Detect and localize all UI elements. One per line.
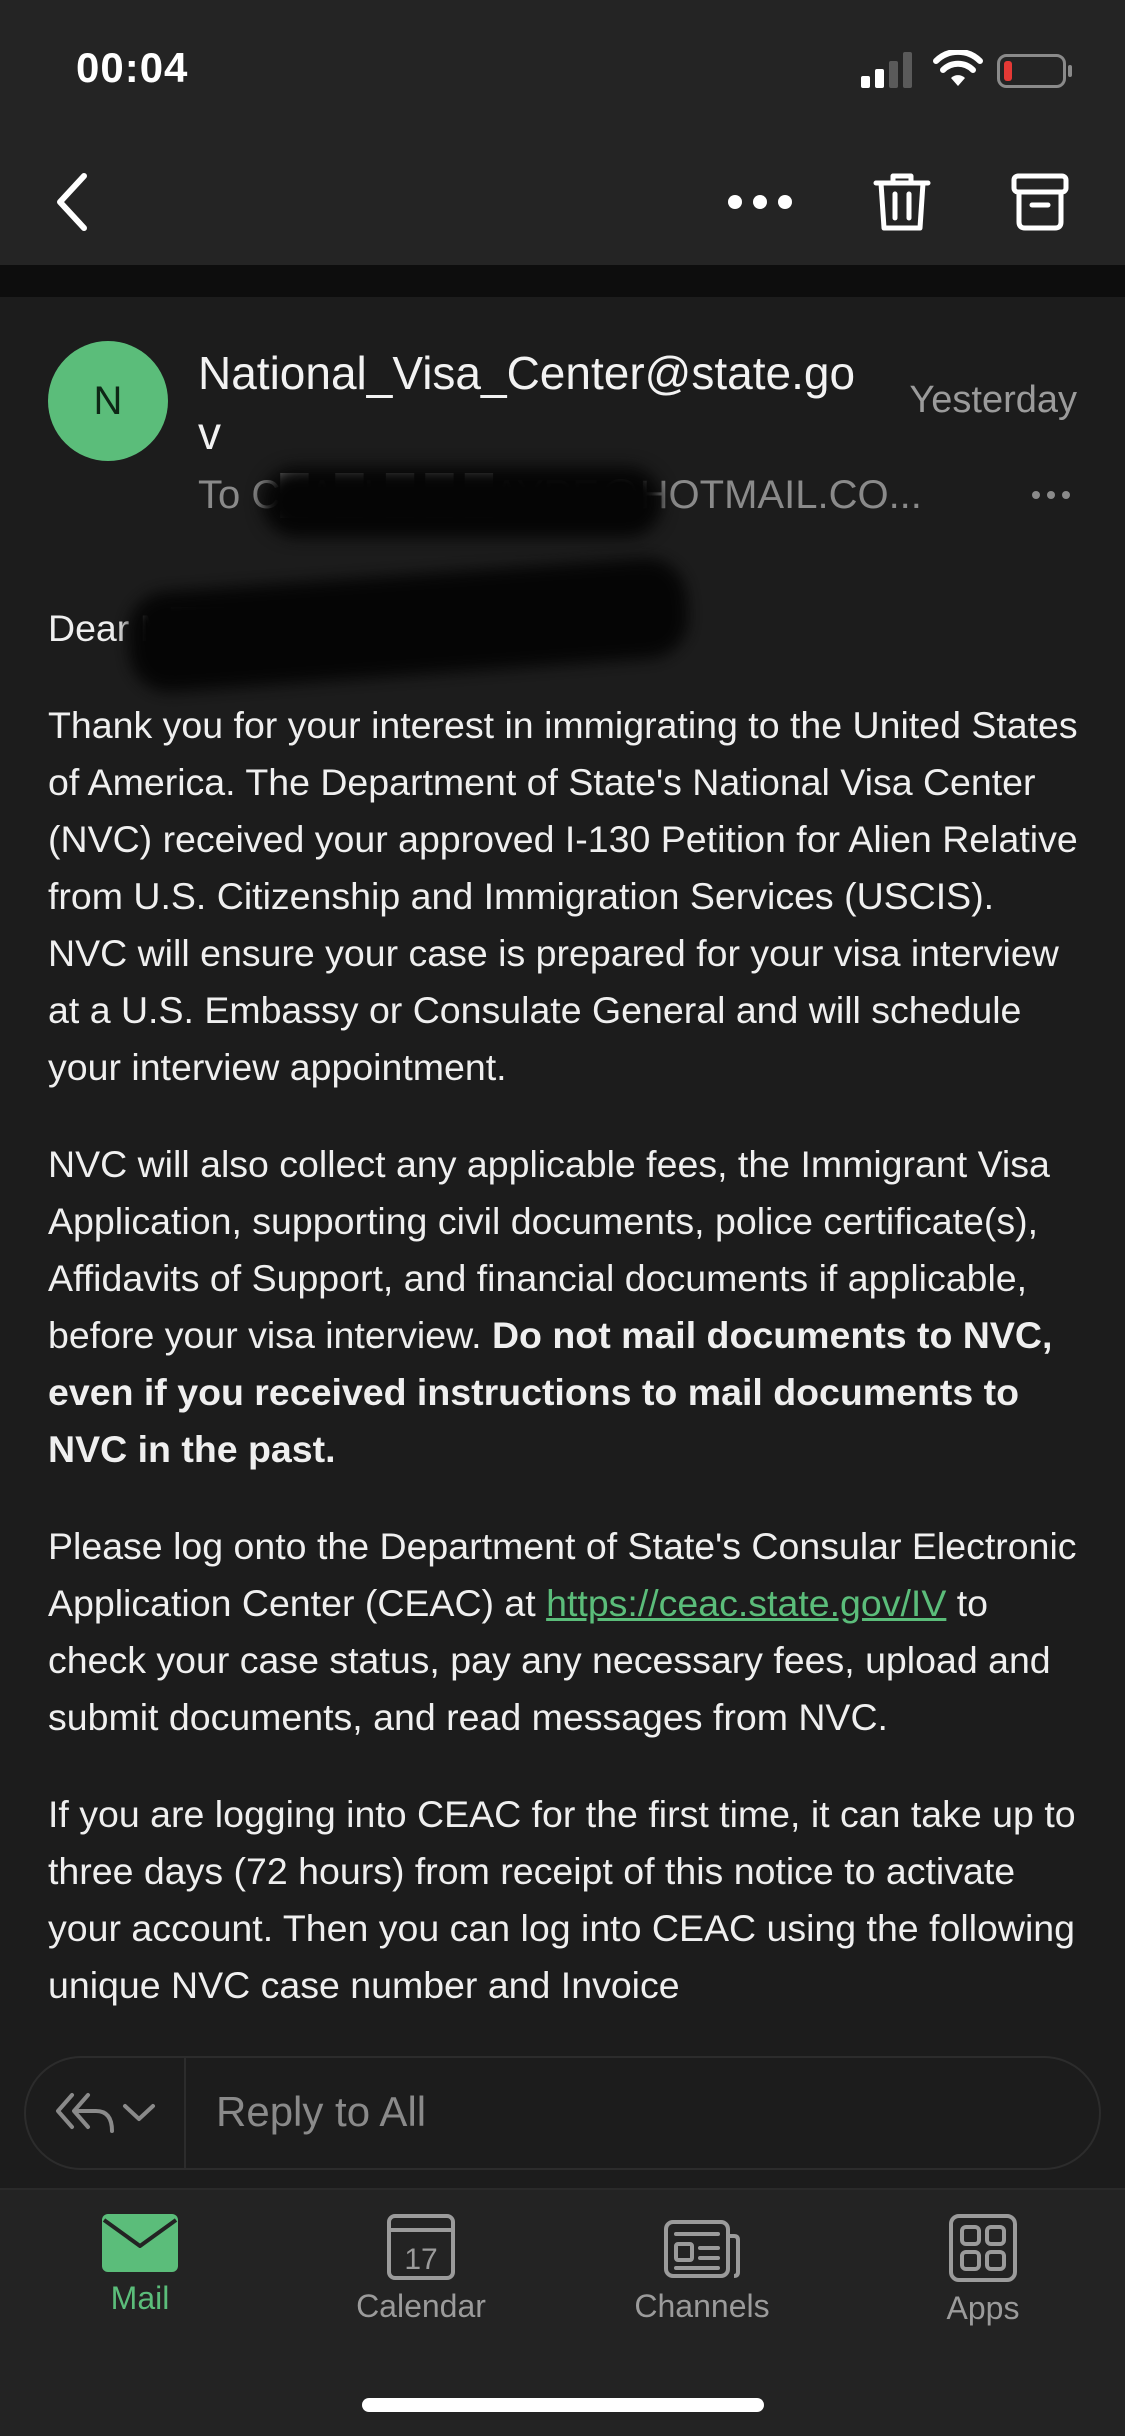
reply-all-icon — [56, 2093, 114, 2133]
email-screen: 00:04 N National_Visa_Center@state.gov Y… — [0, 0, 1125, 2436]
email-toolbar — [0, 140, 1125, 265]
tab-channels[interactable]: Channels — [602, 2214, 802, 2354]
apps-icon — [949, 2214, 1017, 2282]
battery-low-icon — [997, 54, 1072, 88]
status-bar: 00:04 — [0, 0, 1125, 140]
back-button[interactable] — [32, 162, 112, 242]
recipient-details-button[interactable] — [1023, 475, 1079, 515]
email-body: Dear M███ ███y█ Thank you for your inter… — [48, 600, 1080, 2035]
tab-calendar-label: Calendar — [356, 2288, 486, 2324]
mail-icon — [102, 2214, 178, 2272]
body-paragraph: Please log onto the Department of State'… — [48, 1518, 1080, 1746]
chevron-left-icon — [57, 173, 87, 231]
tab-calendar[interactable]: 17 Calendar — [321, 2214, 521, 2354]
trash-icon — [873, 173, 931, 231]
received-date: Yesterday — [909, 379, 1077, 421]
chevron-down-icon — [123, 2104, 155, 2121]
archive-button[interactable] — [1000, 162, 1080, 242]
home-indicator[interactable] — [362, 2398, 764, 2412]
status-icons — [861, 50, 1081, 90]
more-options-button[interactable] — [720, 162, 800, 242]
tab-channels-label: Channels — [634, 2288, 770, 2324]
body-paragraph: If you are logging into CEAC for the fir… — [48, 1793, 1076, 2006]
sender-address[interactable]: National_Visa_Center@state.gov — [198, 343, 878, 463]
calendar-icon: 17 — [387, 2214, 455, 2280]
wifi-icon — [933, 50, 983, 86]
email-header: N National_Visa_Center@state.gov Yesterd… — [0, 297, 1125, 577]
calendar-day: 17 — [404, 2243, 437, 2276]
reply-all-button[interactable] — [26, 2058, 186, 2168]
tab-mail-label: Mail — [110, 2280, 170, 2316]
tab-apps-label: Apps — [946, 2290, 1020, 2326]
ceac-link[interactable]: https://ceac.state.gov/IV — [546, 1582, 946, 1624]
reply-input[interactable]: Reply to All — [216, 2088, 426, 2136]
more-horizontal-icon — [728, 195, 792, 209]
tab-apps[interactable]: Apps — [883, 2214, 1083, 2354]
header-divider — [0, 265, 1125, 297]
body-paragraph: NVC will also collect any applicable fee… — [48, 1136, 1080, 1478]
sender-avatar[interactable]: N — [48, 341, 168, 461]
archive-icon — [1011, 173, 1069, 231]
delete-button[interactable] — [862, 162, 942, 242]
tab-mail[interactable]: Mail — [40, 2214, 240, 2354]
channels-icon — [664, 2220, 740, 2278]
redaction-mark — [262, 467, 662, 537]
status-time: 00:04 — [76, 44, 189, 91]
reply-bar: Reply to All — [24, 2056, 1101, 2170]
signal-icon — [861, 52, 912, 88]
body-paragraph: Thank you for your interest in immigrati… — [48, 704, 1078, 1088]
more-horizontal-icon — [1032, 491, 1070, 499]
